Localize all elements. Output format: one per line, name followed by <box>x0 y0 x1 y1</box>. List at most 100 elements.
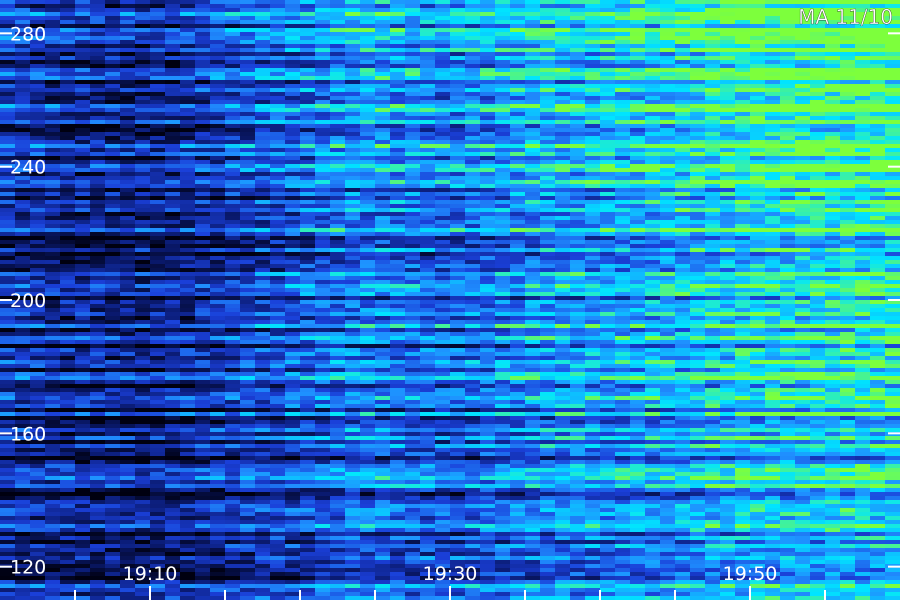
heatmap-cell <box>285 324 301 329</box>
heatmap-cell <box>510 280 526 285</box>
heatmap-cell <box>780 292 796 297</box>
heatmap-cell <box>645 100 661 105</box>
heatmap-cell <box>75 304 91 309</box>
heatmap-cell <box>840 156 856 161</box>
heatmap-cell <box>75 312 91 317</box>
heatmap-cell <box>165 44 181 49</box>
heatmap-cell <box>240 60 256 65</box>
heatmap-cell <box>120 296 136 301</box>
heatmap-cell <box>75 332 91 337</box>
heatmap-cell <box>135 88 151 93</box>
heatmap-cell <box>270 280 286 285</box>
heatmap-cell <box>480 48 496 53</box>
heatmap-cell <box>570 144 586 149</box>
heatmap-cell <box>240 272 256 277</box>
heatmap-cell <box>405 140 421 145</box>
heatmap-cell <box>315 76 331 81</box>
heatmap-cell <box>855 188 871 193</box>
heatmap-cell <box>885 292 900 297</box>
heatmap-cell <box>465 104 481 109</box>
heatmap-cell <box>135 200 151 205</box>
heatmap-cell <box>690 24 706 29</box>
heatmap-cell <box>660 8 676 13</box>
heatmap-cell <box>570 200 586 205</box>
heatmap-cell <box>270 176 286 181</box>
heatmap-cell <box>645 116 661 121</box>
heatmap-cell <box>765 316 781 321</box>
heatmap-cell <box>615 172 631 177</box>
heatmap-cell <box>660 96 676 101</box>
heatmap-cell <box>135 16 151 21</box>
heatmap-cell <box>570 64 586 69</box>
heatmap-cell <box>135 4 151 9</box>
heatmap-cell <box>465 260 481 265</box>
heatmap-cell <box>705 76 721 81</box>
heatmap-cell <box>300 208 316 213</box>
heatmap-cell <box>660 140 676 145</box>
heatmap-cell <box>375 208 391 213</box>
heatmap-cell <box>885 36 900 41</box>
heatmap-cell <box>435 44 451 49</box>
heatmap-cell <box>180 204 196 209</box>
heatmap-cell <box>765 204 781 209</box>
heatmap-cell <box>90 0 106 5</box>
heatmap-cell <box>30 248 46 253</box>
heatmap-cell <box>210 284 226 289</box>
heatmap-cell <box>420 252 436 257</box>
heatmap-cell <box>480 228 496 233</box>
heatmap-cell <box>615 312 631 317</box>
heatmap-cell <box>810 44 826 49</box>
heatmap-cell <box>360 288 376 293</box>
heatmap-cell <box>615 236 631 241</box>
heatmap-cell <box>150 44 166 49</box>
heatmap-cell <box>840 100 856 105</box>
heatmap-cell <box>750 8 766 13</box>
heatmap-cell <box>120 128 136 133</box>
heatmap-cell <box>15 268 31 273</box>
heatmap-cell <box>750 44 766 49</box>
heatmap-cell <box>330 116 346 121</box>
heatmap-cell <box>735 312 751 317</box>
heatmap-cell <box>315 304 331 309</box>
heatmap-cell <box>690 208 706 213</box>
heatmap-cell <box>855 36 871 41</box>
heatmap-cell <box>240 80 256 85</box>
heatmap-cell <box>825 152 841 157</box>
heatmap-cell <box>585 220 601 225</box>
heatmap-cell <box>720 148 736 153</box>
heatmap-cell <box>600 288 616 293</box>
heatmap-cell <box>195 324 211 329</box>
heatmap-cell <box>135 108 151 113</box>
heatmap-cell <box>675 320 691 325</box>
heatmap-cell <box>525 112 541 117</box>
heatmap-cell <box>120 108 136 113</box>
heatmap-cell <box>75 16 91 21</box>
heatmap-cell <box>30 324 46 329</box>
heatmap-cell <box>480 216 496 221</box>
heatmap-cell <box>315 156 331 161</box>
heatmap-cell <box>465 36 481 41</box>
heatmap-cell <box>45 320 61 325</box>
heatmap-cell <box>810 300 826 305</box>
heatmap-cell <box>600 204 616 209</box>
heatmap-cell <box>810 148 826 153</box>
heatmap-cell <box>570 228 586 233</box>
heatmap-cell <box>45 220 61 225</box>
heatmap-cell <box>840 288 856 293</box>
heatmap-cell <box>510 64 526 69</box>
heatmap-cell <box>285 48 301 53</box>
heatmap-cell <box>780 124 796 129</box>
heatmap-cell <box>795 160 811 165</box>
heatmap-cell <box>330 228 346 233</box>
heatmap-cell <box>165 152 181 157</box>
heatmap-cell <box>300 200 316 205</box>
heatmap-cell <box>390 172 406 177</box>
heatmap-cell <box>510 80 526 85</box>
heatmap-cell <box>645 148 661 153</box>
heatmap-cell <box>585 112 601 117</box>
heatmap-cell <box>165 16 181 21</box>
heatmap-cell <box>675 156 691 161</box>
heatmap-cell <box>15 124 31 129</box>
heatmap-cell <box>690 136 706 141</box>
heatmap-cell <box>555 32 571 37</box>
